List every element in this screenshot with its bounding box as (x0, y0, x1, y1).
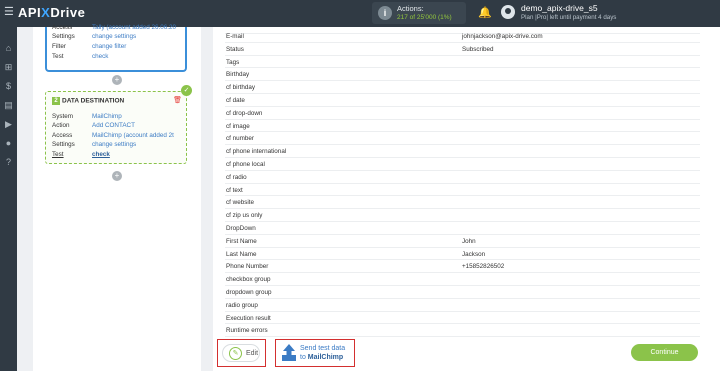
field-value: Subscribed (462, 45, 494, 53)
table-row: E-mail johnjackson@apix-drive.com (225, 30, 700, 43)
field-name: checkbox group (226, 276, 271, 284)
video-icon[interactable]: ▶ (3, 119, 14, 130)
field-name: cf image (226, 122, 250, 130)
field-name: E-mail (226, 33, 244, 40)
info-icon: i (378, 6, 392, 20)
check-icon: ✓ (181, 85, 192, 96)
table-row: cf number (225, 132, 700, 146)
field-name: Last Name (226, 250, 257, 258)
field-name: dropdown group (226, 289, 272, 296)
field-name: First Name (226, 237, 257, 245)
table-row: cf text (225, 184, 700, 197)
menu-icon[interactable]: ☰ (4, 7, 14, 18)
edit-label: Edit (246, 350, 259, 357)
field-value: John (462, 237, 476, 245)
table-row: Phone Number +15852826502 (225, 260, 700, 274)
field-name: Tags (226, 58, 240, 66)
field-name: cf birthday (226, 84, 256, 92)
trash-icon[interactable]: 🗑 (173, 96, 182, 104)
send-label-1: Send test data (300, 345, 346, 352)
table-row: Runtime errors (225, 324, 700, 338)
field-name: cf date (226, 97, 245, 104)
table-row: cf date (225, 94, 700, 107)
field-name: cf phone international (226, 148, 287, 156)
send-test-data-button[interactable]: Send test data to MailChimp (275, 339, 355, 367)
field-name: Phone Number (226, 263, 269, 271)
field-name: Status (226, 45, 244, 53)
table-row: First Name John (225, 235, 700, 248)
source-block: Access Tally (account added 26.06.20 Sett… (45, 24, 187, 72)
field-value: johnjackson@apix-drive.com (462, 33, 543, 40)
table-row: Tags (225, 56, 700, 69)
dollar-icon[interactable]: $ (3, 81, 14, 91)
home-icon[interactable]: ⌂ (3, 43, 14, 53)
table-row: cf zip us only (225, 209, 700, 222)
continue-button[interactable]: Continue (631, 344, 698, 361)
briefcase-icon[interactable]: ▤ (3, 100, 14, 111)
table-row: Last Name Jackson (225, 248, 700, 261)
actions-count: 217 of 25'000 (1%) (397, 14, 452, 21)
help-icon[interactable]: ? (3, 157, 14, 167)
table-row: radio group (225, 299, 700, 312)
table-row: Status Subscribed (225, 43, 700, 56)
field-name: cf text (226, 186, 243, 194)
field-name: cf drop-down (226, 109, 263, 117)
add-step-icon[interactable]: + (112, 75, 122, 85)
table-row: cf website (225, 196, 700, 210)
send-label-2: to MailChimp (300, 354, 344, 361)
user-avatar-icon[interactable] (501, 5, 515, 19)
table-row: Execution result (225, 312, 700, 325)
edit-button-highlight: ✎ Edit (217, 339, 266, 367)
add-step-icon[interactable]: + (112, 171, 122, 181)
sitemap-icon[interactable]: ⊞ (3, 62, 14, 73)
destination-block: 2 DATA DESTINATION 🗑 ✓ System MailChimp Ac… (45, 85, 192, 164)
table-row: dropdown group (225, 286, 700, 299)
field-name: cf phone local (226, 161, 265, 168)
field-value: Jackson (462, 250, 486, 258)
field-name: cf radio (226, 173, 247, 181)
user-name[interactable]: demo_apix-drive_s5 (521, 3, 598, 13)
table-row: cf radio (225, 171, 700, 184)
field-name: cf zip us only (226, 212, 263, 220)
table-row: DropDown (225, 222, 700, 235)
table-row: cf phone local (225, 158, 700, 171)
test-data-panel: E-mail johnjackson@apix-drive.com Status Su… (213, 27, 720, 371)
app-logo[interactable]: APIXDrive (18, 5, 85, 20)
table-row: cf drop-down (225, 107, 700, 120)
edit-button[interactable]: ✎ Edit (222, 344, 260, 362)
actions-label: Actions: (397, 4, 424, 13)
field-name: Birthday (226, 71, 250, 79)
field-name: cf website (226, 199, 254, 207)
field-value: +15852826502 (462, 263, 505, 271)
field-name: cf number (226, 135, 254, 143)
left-nav: ⌂ ⊞ $ ▤ ▶ ● ? (0, 27, 17, 371)
destination-title: 2 DATA DESTINATION (52, 97, 124, 105)
bell-icon[interactable]: 🔔 (478, 6, 492, 19)
table-row: checkbox group (225, 273, 700, 286)
table-row: Birthday (225, 68, 700, 82)
field-name: Runtime errors (226, 327, 268, 335)
account-icon[interactable]: ● (3, 138, 14, 148)
upload-icon (282, 344, 296, 361)
user-plan: Plan |Pro| left until payment 4 days (521, 14, 617, 21)
field-name: radio group (226, 301, 258, 309)
flow-column: Access Tally (account added 26.06.20 Sett… (33, 24, 201, 371)
table-row: cf birthday (225, 81, 700, 94)
field-name: DropDown (226, 225, 256, 232)
pencil-icon: ✎ (229, 347, 242, 360)
table-row: cf image (225, 120, 700, 133)
field-name: Execution result (226, 314, 271, 322)
table-row: cf phone international (225, 145, 700, 158)
